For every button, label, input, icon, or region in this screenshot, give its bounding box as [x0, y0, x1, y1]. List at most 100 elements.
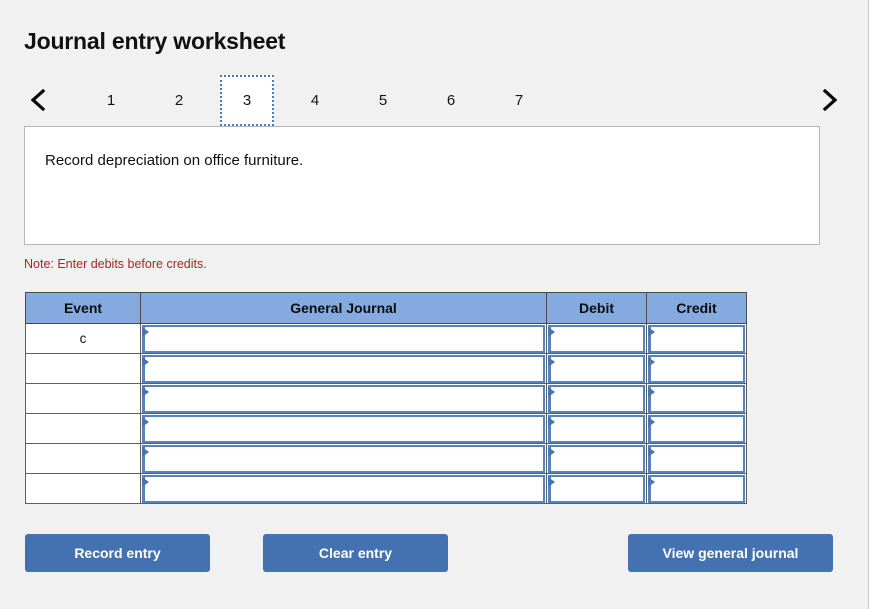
credit-cell [646, 353, 747, 384]
debit-cell [546, 473, 647, 504]
worksheet-tab-3[interactable]: 3 [220, 75, 274, 126]
debit-input[interactable] [548, 324, 645, 353]
general-journal-input[interactable] [142, 324, 545, 353]
clear-entry-button[interactable]: Clear entry [263, 534, 448, 572]
cell-dropdown-triangle-icon[interactable] [548, 356, 555, 367]
cell-dropdown-triangle-icon[interactable] [142, 416, 149, 427]
debit-input[interactable] [548, 444, 645, 473]
general-journal-cell [140, 323, 547, 354]
worksheet-tab-7[interactable]: 7 [492, 75, 546, 126]
cell-dropdown-triangle-icon[interactable] [648, 326, 655, 337]
view-general-journal-button[interactable]: View general journal [628, 534, 833, 572]
table-row [25, 443, 747, 474]
cell-dropdown-triangle-icon[interactable] [142, 326, 149, 337]
previous-page-arrow-icon[interactable] [24, 85, 52, 115]
debit-input-wrapper [547, 444, 646, 473]
credit-cell [646, 323, 747, 354]
column-header-event: Event [25, 292, 141, 324]
cell-dropdown-triangle-icon[interactable] [648, 476, 655, 487]
cell-dropdown-triangle-icon[interactable] [648, 386, 655, 397]
worksheet-tab-strip: 1 2 3 4 5 6 7 [24, 75, 844, 126]
table-header-row: Event General Journal Debit Credit [25, 292, 747, 324]
journal-entry-table: Event General Journal Debit Credit c [25, 292, 747, 504]
worksheet-tab-4[interactable]: 4 [288, 75, 342, 126]
credit-input-wrapper [647, 444, 746, 473]
general-journal-input[interactable] [142, 474, 545, 503]
worksheet-tab-label: 4 [310, 92, 320, 109]
debit-input[interactable] [548, 384, 645, 413]
page-title: Journal entry worksheet [24, 28, 286, 54]
record-entry-button[interactable]: Record entry [25, 534, 210, 572]
general-journal-input[interactable] [142, 384, 545, 413]
table-row: c [25, 323, 747, 354]
cell-dropdown-triangle-icon[interactable] [648, 416, 655, 427]
event-cell [25, 413, 141, 444]
debit-input[interactable] [548, 414, 645, 443]
cell-dropdown-triangle-icon[interactable] [142, 356, 149, 367]
worksheet-tab-label: 1 [106, 92, 116, 109]
table-row [25, 383, 747, 414]
debit-input[interactable] [548, 354, 645, 383]
worksheet-tab-label: 7 [514, 92, 524, 109]
credit-input[interactable] [648, 414, 745, 443]
credit-cell [646, 473, 747, 504]
cell-dropdown-triangle-icon[interactable] [548, 386, 555, 397]
debit-input-wrapper [547, 324, 646, 353]
worksheet-tab-label: 5 [378, 92, 388, 109]
general-journal-cell [140, 443, 547, 474]
transaction-description-text: Record depreciation on office furniture. [45, 152, 304, 169]
cell-dropdown-triangle-icon[interactable] [648, 356, 655, 367]
debit-input-wrapper [547, 384, 646, 413]
credit-input-wrapper [647, 414, 746, 443]
cell-dropdown-triangle-icon[interactable] [548, 326, 555, 337]
worksheet-tab-label: 6 [446, 92, 456, 109]
credit-cell [646, 413, 747, 444]
general-journal-input-wrapper [141, 354, 546, 383]
event-cell [25, 383, 141, 414]
table-row [25, 353, 747, 384]
general-journal-input-wrapper [141, 324, 546, 353]
event-cell [25, 473, 141, 504]
debit-cell [546, 443, 647, 474]
credit-cell [646, 443, 747, 474]
worksheet-tab-label: 2 [174, 92, 184, 109]
next-page-arrow-icon[interactable] [816, 85, 844, 115]
worksheet-tab-1[interactable]: 1 [84, 75, 138, 126]
credit-input-wrapper [647, 384, 746, 413]
table-row [25, 413, 747, 444]
column-header-general-journal: General Journal [140, 292, 547, 324]
general-journal-input-wrapper [141, 444, 546, 473]
event-cell [25, 353, 141, 384]
credit-cell [646, 383, 747, 414]
general-journal-cell [140, 473, 547, 504]
worksheet-tab-2[interactable]: 2 [152, 75, 206, 126]
cell-dropdown-triangle-icon[interactable] [548, 416, 555, 427]
worksheet-tab-6[interactable]: 6 [424, 75, 478, 126]
credit-input[interactable] [648, 324, 745, 353]
debit-input[interactable] [548, 474, 645, 503]
debit-cell [546, 323, 647, 354]
credit-input[interactable] [648, 444, 745, 473]
worksheet-tab-5[interactable]: 5 [356, 75, 410, 126]
cell-dropdown-triangle-icon[interactable] [648, 446, 655, 457]
general-journal-input[interactable] [142, 354, 545, 383]
credit-input[interactable] [648, 384, 745, 413]
debit-input-wrapper [547, 474, 646, 503]
worksheet-tab-label: 3 [242, 92, 252, 109]
debit-input-wrapper [547, 414, 646, 443]
cell-dropdown-triangle-icon[interactable] [142, 386, 149, 397]
general-journal-cell [140, 413, 547, 444]
cell-dropdown-triangle-icon[interactable] [548, 476, 555, 487]
cell-dropdown-triangle-icon[interactable] [142, 446, 149, 457]
general-journal-input-wrapper [141, 474, 546, 503]
credit-input[interactable] [648, 354, 745, 383]
credit-input[interactable] [648, 474, 745, 503]
debit-cell [546, 353, 647, 384]
event-cell-value: c [79, 331, 87, 346]
cell-dropdown-triangle-icon[interactable] [142, 476, 149, 487]
cell-dropdown-triangle-icon[interactable] [548, 446, 555, 457]
general-journal-cell [140, 383, 547, 414]
credit-input-wrapper [647, 354, 746, 383]
general-journal-input[interactable] [142, 414, 545, 443]
general-journal-input[interactable] [142, 444, 545, 473]
